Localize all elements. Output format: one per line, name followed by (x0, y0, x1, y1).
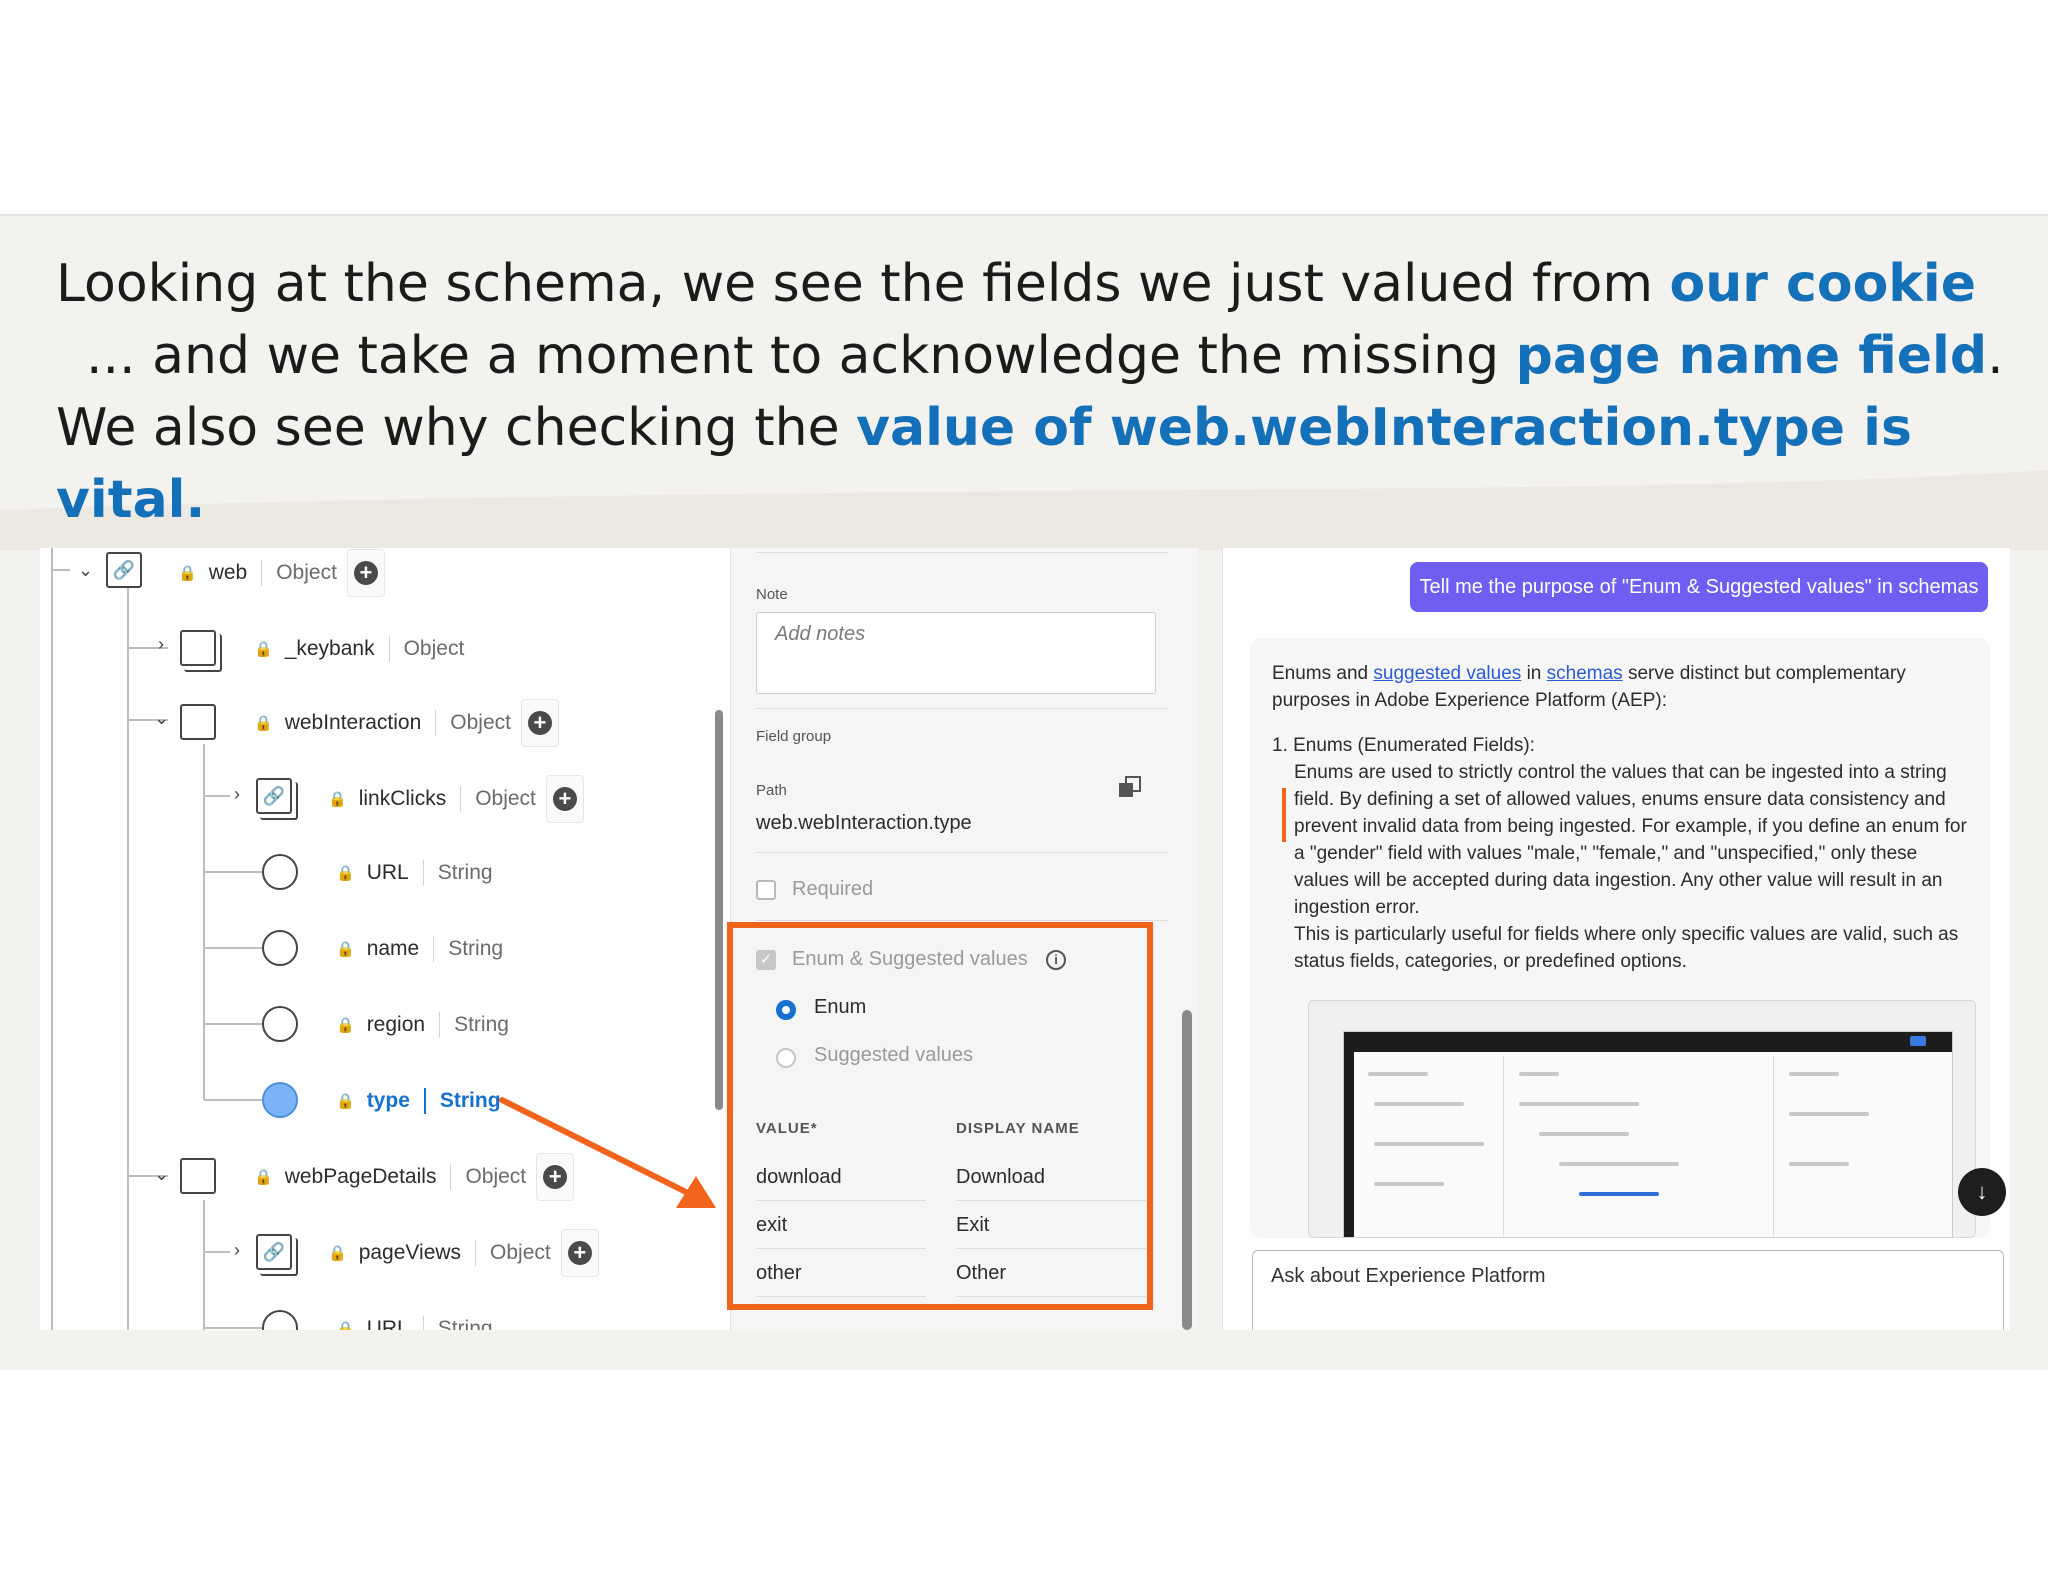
tree-row-keybank[interactable]: 🔒 _keybank Object (254, 624, 464, 674)
user-prompt-bubble: Tell me the purpose of "Enum & Suggested… (1410, 562, 1988, 612)
lock-icon: 🔒 (254, 715, 273, 732)
link-object-icon: 🔗 (106, 552, 142, 588)
lock-icon: 🔒 (328, 1245, 347, 1262)
lock-icon: 🔒 (336, 1017, 355, 1034)
lock-icon: 🔒 (254, 1169, 273, 1186)
arrow-down-icon: ↓ (1976, 1179, 1988, 1204)
tree-row-url-2[interactable]: 🔒 URL String (336, 1304, 493, 1330)
caption-line-3: We also see why checking the value of we… (56, 398, 1912, 530)
lock-icon: 🔒 (336, 941, 355, 958)
tree-row-type-selected[interactable]: 🔒 type String (336, 1076, 501, 1126)
plus-icon: + (353, 561, 378, 585)
answer-highlight-bar (1282, 788, 1286, 842)
field-name: webPageDetails (284, 1165, 437, 1188)
tree-row-name[interactable]: 🔒 name String (336, 924, 503, 974)
chevron-right-icon[interactable]: › (234, 1240, 240, 1261)
path-value: web.webInteraction.type (756, 812, 972, 834)
field-name: type (366, 1089, 410, 1112)
add-field-button[interactable]: + (346, 549, 385, 597)
lock-icon: 🔒 (336, 1321, 355, 1330)
plus-icon: + (567, 1241, 592, 1265)
field-type: Object (475, 787, 536, 810)
add-field-button[interactable]: + (545, 775, 584, 823)
chevron-down-icon[interactable]: ⌄ (154, 1164, 169, 1185)
suggested-values-link[interactable]: suggested values (1373, 663, 1521, 684)
selected-field-icon (262, 1082, 298, 1118)
field-name: _keybank (284, 637, 375, 660)
field-type: String (448, 937, 504, 960)
answer-intro: Enums and suggested values in schemas se… (1272, 663, 1906, 711)
copy-icon[interactable] (1118, 776, 1142, 800)
string-field-icon (262, 930, 298, 966)
object-icon (180, 1158, 216, 1194)
required-label: Required (792, 878, 874, 900)
field-name: URL (366, 1317, 409, 1330)
callout-arrow-icon (499, 1097, 716, 1208)
caption-highlight-page-name: page name field (1515, 326, 1988, 386)
field-name: web (208, 561, 248, 584)
tree-row-region[interactable]: 🔒 region String (336, 1000, 509, 1050)
chevron-down-icon[interactable]: ⌄ (78, 560, 93, 581)
field-type: String (454, 1013, 509, 1036)
lock-icon: 🔒 (254, 641, 273, 658)
field-name: linkClicks (358, 787, 447, 810)
tree-scrollbar[interactable] (715, 710, 723, 1110)
field-group-label: Field group (756, 728, 832, 745)
notes-textarea[interactable]: Add notes (756, 612, 1156, 694)
add-field-button[interactable]: + (520, 699, 559, 747)
answer-item-body: Enums are used to strictly control the v… (1294, 762, 1967, 918)
object-array-icon (180, 630, 222, 672)
tree-row-webinteraction[interactable]: 🔒 webInteraction Object + (254, 698, 559, 748)
caption-line-2: ... and we take a moment to acknowledge … (86, 326, 2004, 386)
enum-values-callout-box (727, 922, 1153, 1310)
tree-row-linkclicks[interactable]: 🔒 linkClicks Object + (328, 774, 584, 824)
field-type: String (437, 1317, 493, 1330)
lock-icon: 🔒 (178, 565, 197, 582)
chevron-right-icon[interactable]: › (234, 784, 240, 805)
tree-row-url[interactable]: 🔒 URL String (336, 848, 493, 898)
add-field-button[interactable]: + (560, 1229, 599, 1277)
plus-icon: + (552, 787, 577, 811)
lock-icon: 🔒 (336, 865, 355, 882)
field-name: name (366, 937, 420, 960)
lock-icon: 🔒 (336, 1093, 355, 1110)
field-type: Object (490, 1241, 551, 1264)
field-name: pageViews (358, 1241, 462, 1264)
path-label: Path (756, 782, 787, 799)
slide-band-bottom (0, 1330, 2048, 1370)
tree-row-web[interactable]: 🔒 web Object + (178, 548, 385, 598)
required-checkbox[interactable] (756, 880, 776, 900)
plus-icon: + (527, 711, 552, 735)
string-field-icon (262, 854, 298, 890)
note-label: Note (756, 586, 788, 603)
assistant-answer-text: Enums and suggested values in schemas se… (1272, 660, 1972, 975)
lock-icon: 🔒 (328, 791, 347, 808)
scroll-down-button[interactable]: ↓ (1958, 1168, 2006, 1216)
answer-item-title: 1. Enums (Enumerated Fields): (1272, 735, 1535, 756)
link-array-icon: 🔗 (256, 1234, 298, 1276)
field-type: Object (403, 637, 465, 660)
caption-highlight-cookie: our cookie (1669, 254, 1976, 314)
chevron-down-icon[interactable]: ⌄ (154, 708, 169, 729)
answer-screenshot-thumbnail (1308, 1000, 1976, 1238)
field-name: webInteraction (284, 711, 422, 734)
tree-row-pageviews[interactable]: 🔒 pageViews Object + (328, 1228, 599, 1278)
chevron-right-icon[interactable]: › (158, 634, 164, 655)
field-name: URL (366, 861, 409, 884)
properties-scrollbar[interactable] (1182, 1010, 1192, 1330)
field-type: Object (450, 711, 511, 734)
caption-line-1: Looking at the schema, we see the fields… (56, 254, 1976, 314)
slide-caption: Looking at the schema, we see the fields… (56, 248, 2016, 536)
link-array-icon: 🔗 (256, 778, 298, 820)
schemas-link[interactable]: schemas (1547, 663, 1623, 684)
answer-item-note: This is particularly useful for fields w… (1294, 924, 1959, 972)
object-icon (180, 704, 216, 740)
string-field-icon (262, 1006, 298, 1042)
field-type: Object (276, 561, 337, 584)
field-name: region (366, 1013, 426, 1036)
field-type: String (437, 861, 493, 884)
